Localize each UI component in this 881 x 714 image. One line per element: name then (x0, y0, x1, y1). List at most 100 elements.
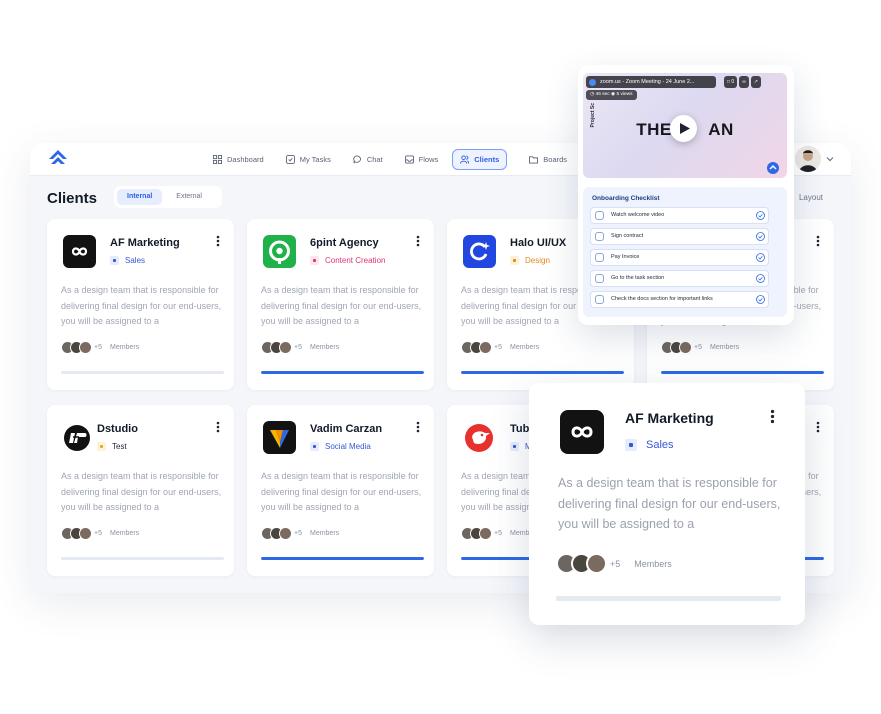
more-options-icon[interactable] (416, 421, 420, 433)
progress-bar (461, 371, 624, 374)
target-logo-icon (269, 240, 290, 264)
nav-clients[interactable]: Clients (452, 149, 508, 170)
members-row[interactable]: +5 Members (661, 341, 739, 354)
inbox-icon (404, 155, 414, 164)
page-title: Clients (47, 190, 98, 207)
members-row[interactable]: +5 Members (261, 341, 339, 354)
client-logo (263, 235, 296, 268)
client-name: Halo UI/UX (510, 237, 567, 249)
video-thumbnail[interactable]: zoom.us - Zoom Meeting - 24 June 2... □ … (583, 73, 787, 178)
user-avatar[interactable] (795, 146, 821, 172)
item-icon (595, 295, 604, 304)
tag-label: Design (525, 256, 550, 265)
progress-fill (661, 371, 824, 374)
more-options-icon[interactable] (416, 235, 420, 247)
external-link-icon[interactable]: ↗ (750, 76, 761, 88)
members-label: Members (709, 344, 740, 351)
members-row[interactable]: +5 Members (61, 341, 139, 354)
more-options-icon[interactable] (216, 235, 220, 247)
checklist-item[interactable]: Go to the task section (590, 270, 769, 287)
progress-bar (661, 371, 824, 374)
members-row[interactable]: +5 Members (261, 527, 339, 540)
checklist-item[interactable]: Check the docs section for important lin… (590, 291, 769, 308)
item-icon (595, 211, 604, 220)
more-options-icon[interactable] (816, 421, 820, 433)
video-stats: ◷ 46 sec ◉ 5 views (586, 90, 637, 100)
nav-label: Dashboard (227, 155, 264, 164)
comments-button[interactable]: □ 0 (724, 76, 738, 88)
layout-button[interactable]: Layout (799, 193, 823, 202)
app-logo-icon[interactable] (48, 149, 68, 169)
tag-dot-icon (310, 256, 319, 265)
member-avatar (679, 341, 692, 354)
users-icon (460, 155, 470, 164)
members-more-count: +5 (94, 344, 102, 351)
more-options-icon[interactable] (216, 421, 220, 433)
tubi-bird-logo-icon (465, 424, 493, 452)
checklist-item-label: Pay Invoice (611, 254, 640, 260)
progress-fill (261, 557, 424, 560)
chevron-down-icon[interactable] (826, 155, 834, 163)
video-title: zoom.us - Zoom Meeting - 24 June 2... (600, 79, 695, 85)
tag-label: Sales (646, 439, 674, 451)
video-title-bar: zoom.us - Zoom Meeting - 24 June 2... (586, 76, 716, 88)
headline-left: THE (636, 120, 672, 139)
nav-my-tasks[interactable]: My Tasks (278, 149, 339, 170)
checklist-item[interactable]: Pay Invoice (590, 249, 769, 266)
infinity-logo-icon (71, 247, 88, 256)
infinity-logo-icon (571, 426, 593, 438)
client-logo (463, 421, 496, 454)
client-tag: Content Creation (310, 256, 385, 265)
progress-bar (261, 557, 424, 560)
members-row[interactable]: +5 Members (61, 527, 139, 540)
client-tag: Sales (625, 439, 674, 451)
tab-external[interactable]: External (166, 189, 212, 205)
item-icon (595, 274, 604, 283)
checklist-item[interactable]: Watch welcome video (590, 207, 769, 224)
client-name: Dstudio (97, 423, 138, 435)
tag-label: Content Creation (325, 256, 386, 265)
zoom-icon (589, 79, 596, 86)
progress-bar (61, 557, 224, 560)
tag-dot-icon (310, 442, 319, 451)
tab-internal[interactable]: Internal (117, 189, 163, 205)
client-card[interactable]: 6pint Agency Content Creation As a desig… (247, 219, 434, 390)
play-button[interactable] (670, 115, 697, 142)
member-avatar (479, 527, 492, 540)
nav-chat[interactable]: Chat (345, 149, 391, 170)
nav-label: Clients (474, 155, 500, 164)
folder-icon (529, 156, 539, 164)
members-row[interactable]: +5 Members (556, 553, 672, 574)
checklist-item-label: Sign contract (611, 233, 644, 239)
nav-boards[interactable]: Boards (521, 149, 575, 170)
client-name: 6pint Agency (310, 237, 379, 249)
check-circle-icon (756, 232, 765, 241)
members-row[interactable]: +5 Members (461, 341, 539, 354)
members-label: Members (509, 344, 540, 351)
checklist-title: Onboarding Checklist (592, 195, 660, 202)
onboarding-video-popup: zoom.us - Zoom Meeting - 24 June 2... □ … (578, 65, 794, 325)
progress-bar (261, 371, 424, 374)
client-name: Vadim Carzan (310, 423, 383, 435)
nav-dashboard[interactable]: Dashboard (205, 149, 272, 170)
onboarding-checklist: Onboarding Checklist Watch welcome video… (583, 187, 787, 317)
progress-fill (261, 371, 424, 374)
link-icon[interactable]: ∞ (739, 76, 749, 88)
client-card[interactable]: Vadim Carzan Social Media As a design te… (247, 405, 434, 576)
check-circle-icon (756, 274, 765, 283)
more-options-icon[interactable] (770, 409, 775, 424)
more-options-icon[interactable] (816, 235, 820, 247)
members-row[interactable]: +5 Members (461, 527, 539, 540)
client-card-expanded[interactable]: AF Marketing Sales As a design team that… (529, 383, 805, 625)
client-card[interactable]: Dstudio Test As a design team that is re… (47, 405, 234, 576)
checklist-item[interactable]: Sign contract (590, 228, 769, 245)
members-more-count: +5 (494, 530, 502, 537)
members-more-count: +5 (694, 344, 702, 351)
nav-flows[interactable]: Flows (397, 149, 447, 170)
brand-badge-icon (767, 162, 779, 174)
tag-label: Social Media (325, 442, 371, 451)
client-card[interactable]: AF Marketing Sales As a design team that… (47, 219, 234, 390)
video-views: 5 views (616, 92, 633, 97)
client-description: As a design team that is responsible for… (261, 285, 422, 326)
members-label: Members (309, 530, 340, 537)
